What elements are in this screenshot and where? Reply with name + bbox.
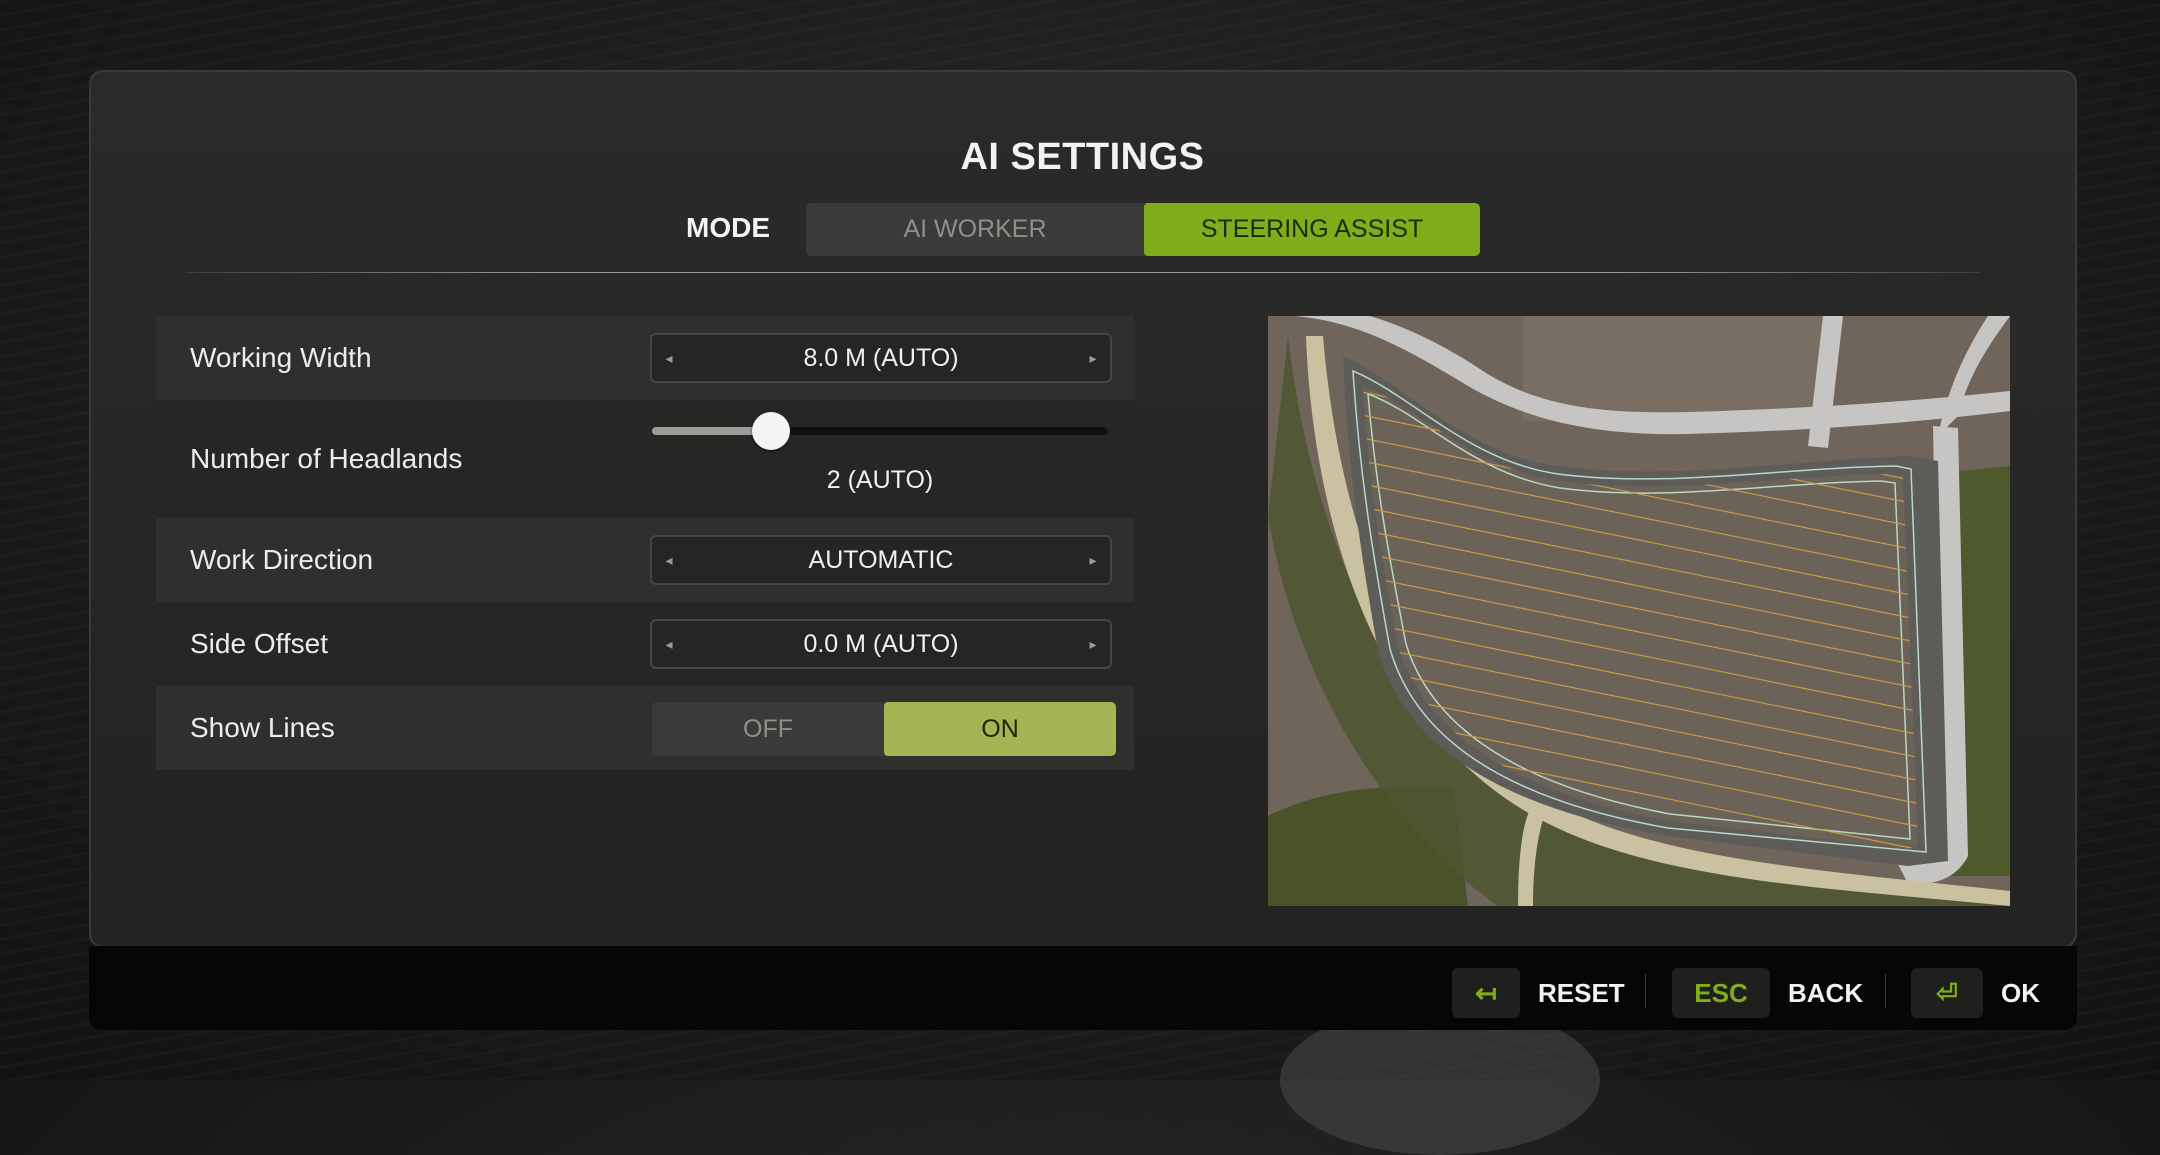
mode-option-steering-assist[interactable]: STEERING ASSIST — [1144, 203, 1480, 256]
arrow-right-icon[interactable]: ▸ — [1076, 537, 1110, 583]
work-direction-label: Work Direction — [190, 544, 374, 575]
setting-row-work-direction: Work Direction ◂ AUTOMATIC ▸ — [156, 518, 1134, 602]
arrow-right-icon[interactable]: ▸ — [1076, 621, 1110, 667]
reset-key-icon: ↤ — [1452, 968, 1520, 1018]
work-direction-selector: ◂ AUTOMATIC ▸ — [650, 535, 1112, 585]
arrow-right-icon[interactable]: ▸ — [1076, 335, 1110, 381]
page-title: AI SETTINGS — [960, 136, 1205, 178]
reset-label: RESET — [1538, 977, 1625, 1008]
headlands-value: 2 (AUTO) — [826, 466, 934, 494]
settings-list: Working Width ◂ 8.0 M (AUTO) ▸ Number of… — [156, 316, 1134, 770]
show-lines-on[interactable]: ON — [884, 702, 1116, 756]
reset-button[interactable]: ↤ RESET — [1452, 968, 1625, 1018]
setting-row-side-offset: Side Offset ◂ 0.0 M (AUTO) ▸ — [156, 602, 1134, 686]
field-preview-map — [1268, 316, 2010, 906]
arrow-left-icon[interactable]: ◂ — [652, 537, 686, 583]
headlands-slider[interactable]: 2 (AUTO) — [652, 400, 1108, 518]
setting-row-working-width: Working Width ◂ 8.0 M (AUTO) ▸ — [156, 316, 1134, 400]
setting-row-show-lines: Show Lines OFF ON — [156, 686, 1134, 770]
show-lines-toggle: OFF ON — [652, 702, 1116, 756]
show-lines-label: Show Lines — [190, 712, 335, 743]
headlands-label: Number of Headlands — [190, 443, 463, 474]
mode-toggle: AI WORKER STEERING ASSIST — [806, 203, 1480, 256]
side-offset-selector: ◂ 0.0 M (AUTO) ▸ — [650, 619, 1112, 669]
footer-separator — [1645, 974, 1646, 1008]
slider-knob[interactable] — [751, 412, 790, 450]
footer-separator — [1885, 974, 1886, 1008]
working-width-selector: ◂ 8.0 M (AUTO) ▸ — [650, 333, 1112, 383]
ok-label: OK — [2001, 977, 2040, 1008]
working-width-label: Working Width — [190, 342, 372, 373]
divider — [186, 272, 1980, 273]
side-offset-label: Side Offset — [190, 628, 329, 659]
mode-option-ai-worker[interactable]: AI WORKER — [806, 203, 1144, 256]
work-direction-value: AUTOMATIC — [808, 545, 954, 574]
arrow-left-icon[interactable]: ◂ — [652, 335, 686, 381]
enter-key-icon: ⏎ — [1911, 968, 1983, 1018]
working-width-value: 8.0 M (AUTO) — [803, 343, 959, 372]
esc-key: ESC — [1672, 968, 1770, 1018]
ok-button[interactable]: ⏎ OK — [1911, 968, 2040, 1018]
side-offset-value: 0.0 M (AUTO) — [803, 629, 959, 658]
setting-row-headlands: Number of Headlands 2 (AUTO) — [156, 400, 1134, 518]
arrow-left-icon[interactable]: ◂ — [652, 621, 686, 667]
show-lines-off[interactable]: OFF — [652, 702, 884, 756]
mode-label: MODE — [686, 212, 770, 243]
back-label: BACK — [1788, 977, 1864, 1008]
back-button[interactable]: ESC BACK — [1672, 968, 1863, 1018]
